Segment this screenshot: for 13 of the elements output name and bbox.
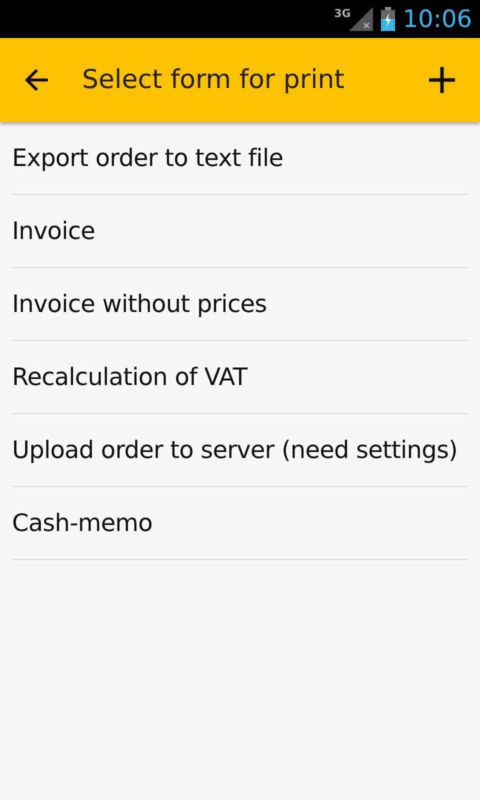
- form-list-item[interactable]: Cash-memo: [12, 487, 468, 560]
- form-list-item[interactable]: Export order to text file: [12, 122, 468, 195]
- form-list-item[interactable]: Invoice: [12, 195, 468, 268]
- form-list-item[interactable]: Recalculation of VAT: [12, 341, 468, 414]
- clock: 10:06: [402, 7, 472, 31]
- screen-title: Select form for print: [82, 64, 346, 96]
- battery-charging-icon: [380, 7, 395, 31]
- back-arrow-icon: [24, 68, 50, 92]
- form-list-item[interactable]: Upload order to server (need settings): [12, 414, 468, 487]
- network-type: 3G: [334, 6, 351, 22]
- signal-icon: [348, 7, 373, 31]
- form-list-item[interactable]: Invoice without prices: [12, 268, 468, 341]
- plus-icon: [428, 66, 456, 94]
